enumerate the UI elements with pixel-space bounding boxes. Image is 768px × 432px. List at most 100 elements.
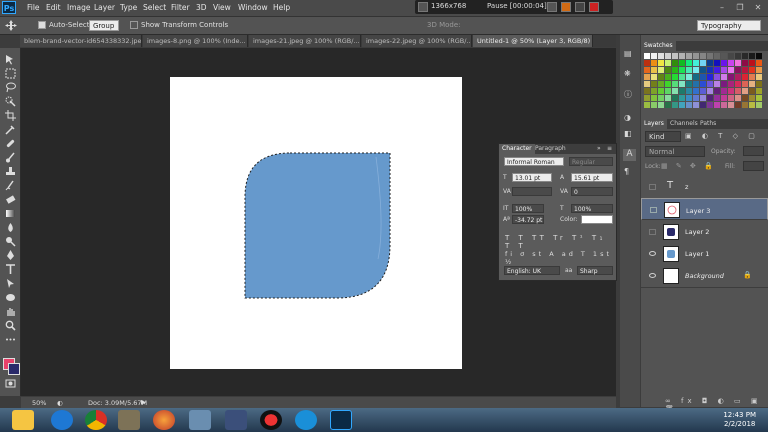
menu-image[interactable]: Image [67, 3, 91, 12]
color-swatch[interactable] [721, 53, 727, 59]
color-swatch[interactable] [686, 67, 692, 73]
color-swatch[interactable] [672, 53, 678, 59]
brush-panel-icon[interactable]: ❋ [624, 69, 636, 79]
color-swatch[interactable] [721, 67, 727, 73]
document-canvas[interactable] [170, 77, 462, 369]
color-swatch[interactable] [658, 60, 664, 66]
color-swatch[interactable] [707, 81, 713, 87]
color-swatch[interactable] [679, 95, 685, 101]
color-swatch[interactable] [686, 53, 692, 59]
menu-3d[interactable]: 3D [196, 3, 207, 12]
horizontal-scale-field[interactable]: 100% [571, 204, 613, 213]
color-swatch[interactable] [742, 88, 748, 94]
color-swatch[interactable] [714, 74, 720, 80]
color-swatch[interactable] [714, 95, 720, 101]
menu-filter[interactable]: Filter [171, 3, 190, 12]
minimize-icon[interactable]: – [713, 2, 731, 13]
color-swatch[interactable] [672, 95, 678, 101]
hand-tool-icon[interactable] [5, 306, 16, 317]
color-swatch[interactable] [658, 88, 664, 94]
status-arrow-icon[interactable]: ▶ [141, 398, 146, 406]
adjustments-icon[interactable]: ◑ [624, 113, 636, 123]
color-swatch[interactable] [644, 60, 650, 66]
layer-row-layer-1[interactable]: Layer 1 [641, 243, 768, 266]
color-swatch[interactable] [693, 95, 699, 101]
recorder-monitor-icon[interactable] [418, 2, 428, 12]
color-swatch[interactable] [749, 67, 755, 73]
color-swatch[interactable] [658, 74, 664, 80]
paragraph-panel-icon[interactable]: ¶ [624, 167, 636, 177]
color-swatch[interactable] [700, 74, 706, 80]
font-family-dropdown[interactable]: Informal Roman [504, 157, 564, 166]
color-swatch[interactable] [693, 81, 699, 87]
color-swatch[interactable] [651, 102, 657, 108]
color-swatch[interactable] [749, 88, 755, 94]
color-swatch[interactable] [756, 60, 762, 66]
color-swatch[interactable] [721, 60, 727, 66]
tab-document-3[interactable]: images-21.jpeg @ 100% (RGB/... [249, 35, 361, 47]
color-swatch[interactable] [735, 102, 741, 108]
color-swatch[interactable] [686, 88, 692, 94]
font-size-field[interactable]: 13.01 pt [512, 173, 552, 182]
color-swatch[interactable] [651, 81, 657, 87]
color-swatch[interactable] [714, 81, 720, 87]
color-swatch[interactable] [742, 81, 748, 87]
vertical-scale-field[interactable]: 100% [512, 204, 544, 213]
color-swatch[interactable] [728, 95, 734, 101]
tab-untitled-1[interactable]: Untitled-1 @ 50% (Layer 3, RGB/8) * [473, 35, 593, 47]
color-swatch[interactable] [735, 88, 741, 94]
color-swatch[interactable] [700, 102, 706, 108]
color-swatch[interactable] [742, 95, 748, 101]
photoshop-taskbar-icon[interactable] [330, 410, 352, 430]
more-tools-icon[interactable] [5, 334, 16, 345]
color-swatch[interactable] [686, 81, 692, 87]
pen-tool-icon[interactable] [5, 250, 16, 261]
eyedropper-tool-icon[interactable] [5, 124, 16, 135]
layer-filter-kind[interactable]: Kind [645, 131, 681, 142]
quick-select-tool-icon[interactable] [5, 96, 16, 107]
color-swatch[interactable] [672, 60, 678, 66]
color-swatch[interactable] [693, 102, 699, 108]
color-swatch[interactable] [749, 53, 755, 59]
color-swatch[interactable] [756, 88, 762, 94]
color-swatch[interactable] [672, 74, 678, 80]
color-swatch[interactable] [700, 60, 706, 66]
color-swatch[interactable] [651, 60, 657, 66]
color-swatch[interactable] [735, 60, 741, 66]
color-swatch[interactable] [644, 74, 650, 80]
color-swatch[interactable] [756, 74, 762, 80]
color-swatch[interactable] [672, 102, 678, 108]
color-swatch[interactable] [665, 74, 671, 80]
visibility-toggle[interactable] [649, 229, 656, 235]
eraser-tool-icon[interactable] [5, 194, 16, 205]
color-swatch[interactable] [686, 102, 692, 108]
color-swatch[interactable] [707, 88, 713, 94]
kerning-field[interactable] [512, 187, 552, 196]
healing-brush-icon[interactable] [5, 138, 16, 149]
tab-paths[interactable]: Paths [697, 119, 719, 129]
tab-swatches[interactable]: Swatches [641, 41, 676, 51]
color-swatch[interactable] [686, 60, 692, 66]
color-swatch[interactable] [728, 53, 734, 59]
color-swatch[interactable] [679, 67, 685, 73]
brush-tool-icon[interactable] [5, 152, 16, 163]
color-swatch[interactable] [658, 95, 664, 101]
color-swatch[interactable] [700, 88, 706, 94]
tab-paragraph[interactable]: Paragraph [535, 144, 566, 154]
computer-icon[interactable] [189, 410, 211, 430]
color-swatch[interactable] [665, 67, 671, 73]
color-swatch[interactable] [693, 53, 699, 59]
collapse-icon[interactable]: » [597, 144, 601, 154]
crop-tool-icon[interactable] [5, 110, 16, 121]
color-swatch[interactable] [700, 81, 706, 87]
color-swatch[interactable] [679, 88, 685, 94]
color-swatch[interactable] [700, 53, 706, 59]
opacity-field[interactable] [743, 146, 764, 156]
color-swatch[interactable] [707, 67, 713, 73]
color-swatch[interactable] [714, 67, 720, 73]
color-swatch[interactable] [693, 67, 699, 73]
color-swatch[interactable] [665, 95, 671, 101]
menu-edit[interactable]: Edit [46, 3, 61, 12]
info-panel-icon[interactable]: ⓘ [624, 89, 636, 99]
firefox-icon[interactable] [153, 410, 175, 430]
